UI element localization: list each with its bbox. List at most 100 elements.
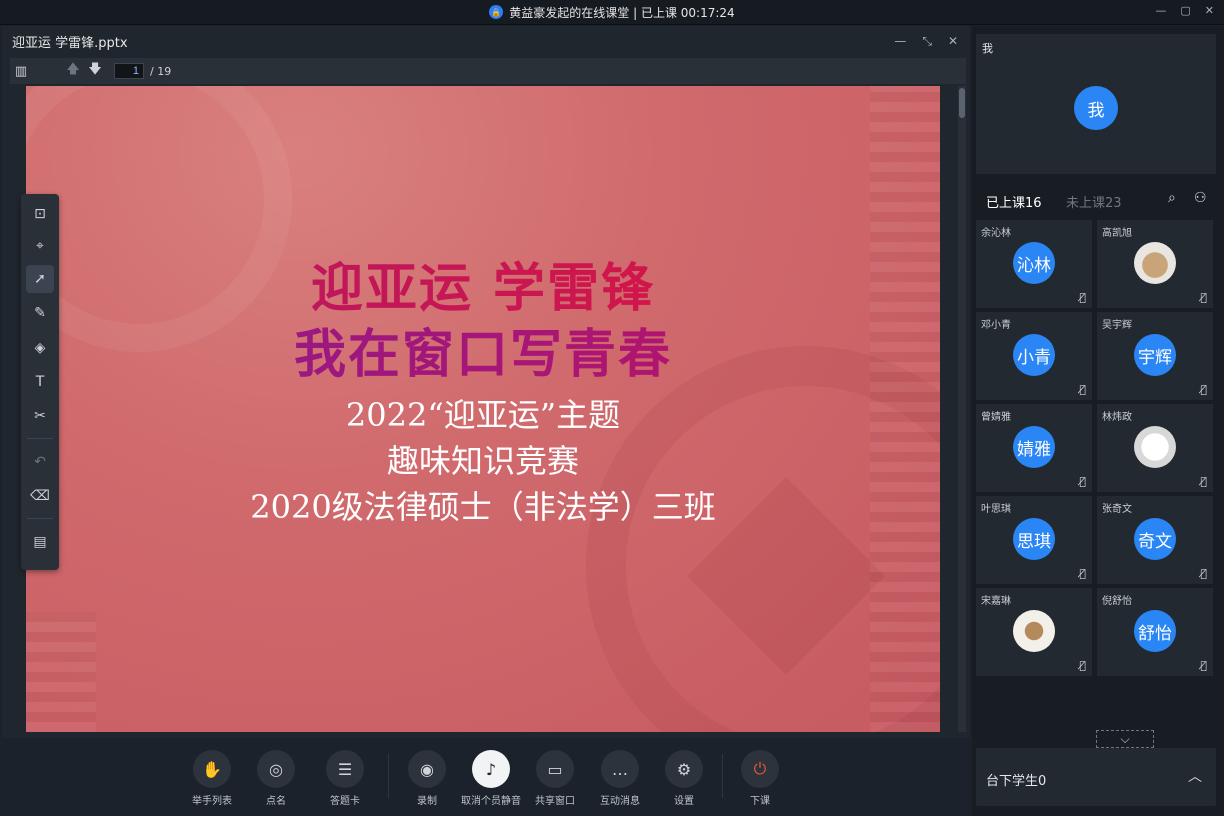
maximize-icon[interactable]: ▢	[1180, 4, 1190, 17]
select-pointer-icon[interactable]: ➚	[26, 265, 54, 293]
student-name: 余沁林	[981, 228, 1011, 239]
document-viewer: 迎亚运 学雷锋.pptx — ⤡ ✕ ▥ 🡅 🡇 / 19 迎亚运 学雷锋 我在…	[2, 26, 970, 738]
interactive-messages-button[interactable]: … 互动消息	[590, 750, 650, 807]
unmute-all-button[interactable]: ♪ 取消个员静音	[461, 750, 521, 807]
window-title: 🔒 黄益豪发起的在线课堂 | 已上课 00:17:24	[0, 0, 1224, 24]
expand-more-button[interactable]: ⌵	[1096, 730, 1154, 748]
offline-students-panel[interactable]: 台下学生0 ︿	[976, 748, 1216, 806]
avatar: 奇文	[1134, 518, 1176, 560]
avatar-photo	[1013, 610, 1055, 652]
tab-in-class[interactable]: 已上课16	[986, 192, 1042, 211]
mic-muted-icon: 🎙̸	[1200, 383, 1207, 396]
student-name: 林炜政	[1102, 412, 1132, 423]
button-label: 答题卡	[330, 796, 360, 807]
student-tile[interactable]: 曾婧雅 婧雅 🎙̸	[976, 404, 1092, 492]
add-user-icon[interactable]: ⚇	[1194, 190, 1207, 206]
mic-muted-icon: 🎙̸	[1200, 475, 1207, 488]
shapes-icon[interactable]: ◈	[26, 334, 54, 362]
scissors-icon[interactable]: ✂	[26, 402, 54, 430]
student-tile[interactable]: 林炜政 🎙̸	[1097, 404, 1213, 492]
self-name: 我	[982, 42, 993, 55]
button-label: 录制	[417, 796, 437, 807]
power-icon: ⏻	[741, 750, 779, 788]
avatar: 宇辉	[1134, 334, 1176, 376]
divider	[722, 754, 723, 798]
doc-close-icon[interactable]: ✕	[948, 34, 958, 49]
slide-scrollbar[interactable]	[958, 86, 966, 732]
minimize-icon[interactable]: —	[1155, 4, 1166, 17]
settings-button[interactable]: ⚙ 设置	[654, 750, 714, 807]
student-tile[interactable]: 宋嘉琳 🎙̸	[976, 588, 1092, 676]
hand-raise-list-button[interactable]: ✋ 举手列表	[182, 750, 242, 807]
window-controls: — ▢ ✕	[1155, 4, 1214, 17]
chevron-down-icon: ⌵	[1120, 731, 1130, 746]
student-name: 倪舒怡	[1102, 596, 1132, 607]
doc-fullscreen-icon[interactable]: ⤡	[922, 34, 932, 49]
toolbox-icon[interactable]: ▤	[26, 528, 54, 556]
offline-students-label: 台下学生0	[986, 774, 1047, 789]
window-titlebar: 🔒 黄益豪发起的在线课堂 | 已上课 00:17:24 — ▢ ✕	[0, 0, 1224, 25]
student-name: 高凯旭	[1102, 228, 1132, 239]
text-icon[interactable]: T	[26, 368, 54, 396]
student-tile[interactable]: 高凯旭 🎙̸	[1097, 220, 1213, 308]
student-tile[interactable]: 张奇文 奇文 🎙̸	[1097, 496, 1213, 584]
screen-share-icon: ▭	[536, 750, 574, 788]
slide-subtitle-line3: 2020级法律硕士（非法学）三班	[250, 488, 716, 526]
participant-tabs: 已上课16 未上课23 ⌕ ⚇	[972, 186, 1224, 214]
answer-card-button[interactable]: ☰ 答题卡	[315, 750, 375, 807]
answer-card-icon: ☰	[326, 750, 364, 788]
mic-muted-icon: 🎙̸	[1079, 567, 1086, 580]
gear-icon: ⚙	[665, 750, 703, 788]
self-video-tile[interactable]: 我 我	[976, 34, 1216, 174]
student-tile[interactable]: 吴宇辉 宇辉 🎙̸	[1097, 312, 1213, 400]
student-tile[interactable]: 余沁林 沁林 🎙̸	[976, 220, 1092, 308]
arrow-down-icon[interactable]: 🡇	[84, 60, 106, 82]
record-button[interactable]: ◉ 录制	[397, 750, 457, 807]
close-icon[interactable]: ✕	[1205, 4, 1214, 17]
mic-muted-icon: 🎙̸	[1079, 475, 1086, 488]
pen-icon[interactable]: ✎	[26, 299, 54, 327]
arrow-up-icon[interactable]: 🡅	[62, 60, 84, 82]
student-tile[interactable]: 叶思琪 思琪 🎙̸	[976, 496, 1092, 584]
search-icon[interactable]: ⌕	[1168, 190, 1176, 206]
scrollbar-thumb[interactable]	[959, 88, 965, 118]
slide-title-line1: 迎亚运 学雷锋	[26, 246, 940, 321]
lock-icon: 🔒	[489, 5, 504, 19]
roll-call-button[interactable]: ◎ 点名	[246, 750, 306, 807]
chat-icon: …	[601, 750, 639, 788]
add-page-icon[interactable]: ⊡	[26, 200, 54, 228]
student-name: 曾婧雅	[981, 412, 1011, 423]
button-label: 下课	[750, 796, 770, 807]
undo-icon[interactable]: ↶	[26, 448, 54, 476]
end-class-button[interactable]: ⏻ 下课	[730, 750, 790, 807]
avatar: 我	[1074, 86, 1118, 130]
page-total: / 19	[150, 64, 172, 78]
divider	[388, 754, 389, 798]
button-label: 设置	[674, 796, 694, 807]
student-tile[interactable]: 邓小青 小青 🎙̸	[976, 312, 1092, 400]
tab-not-in-class[interactable]: 未上课23	[1066, 192, 1122, 211]
divider	[27, 518, 53, 519]
laser-pointer-icon[interactable]: ⌖	[26, 232, 54, 260]
button-label: 举手列表	[192, 796, 232, 807]
doc-minimize-icon[interactable]: —	[894, 34, 906, 49]
page-number-input[interactable]	[114, 63, 144, 79]
avatar: 舒怡	[1134, 610, 1176, 652]
document-header: 迎亚运 学雷锋.pptx — ⤡ ✕	[2, 26, 970, 56]
avatar: 小青	[1013, 334, 1055, 376]
mic-muted-icon: 🎙̸	[1200, 659, 1207, 672]
divider	[27, 438, 53, 439]
slide-canvas: 迎亚运 学雷锋 我在窗口写青春 2022“迎亚运”主题 趣味知识竞赛 2020级…	[26, 86, 940, 732]
record-icon: ◉	[408, 750, 446, 788]
share-window-button[interactable]: ▭ 共享窗口	[525, 750, 585, 807]
location-icon: ◎	[257, 750, 295, 788]
eraser-icon[interactable]: ⌫	[26, 482, 54, 510]
sidebar-toggle-icon[interactable]: ▥	[10, 60, 32, 82]
chevron-up-icon[interactable]: ︿	[1188, 766, 1202, 786]
document-filename: 迎亚运 学雷锋.pptx	[12, 35, 128, 51]
student-name: 吴宇辉	[1102, 320, 1132, 331]
drawing-toolbar: ⊡ ⌖ ➚ ✎ ◈ T ✂ ↶ ⌫ ▤	[21, 194, 59, 570]
student-tile[interactable]: 倪舒怡 舒怡 🎙̸	[1097, 588, 1213, 676]
mic-muted-icon: 🎙̸	[1200, 291, 1207, 304]
button-label: 互动消息	[600, 796, 640, 807]
